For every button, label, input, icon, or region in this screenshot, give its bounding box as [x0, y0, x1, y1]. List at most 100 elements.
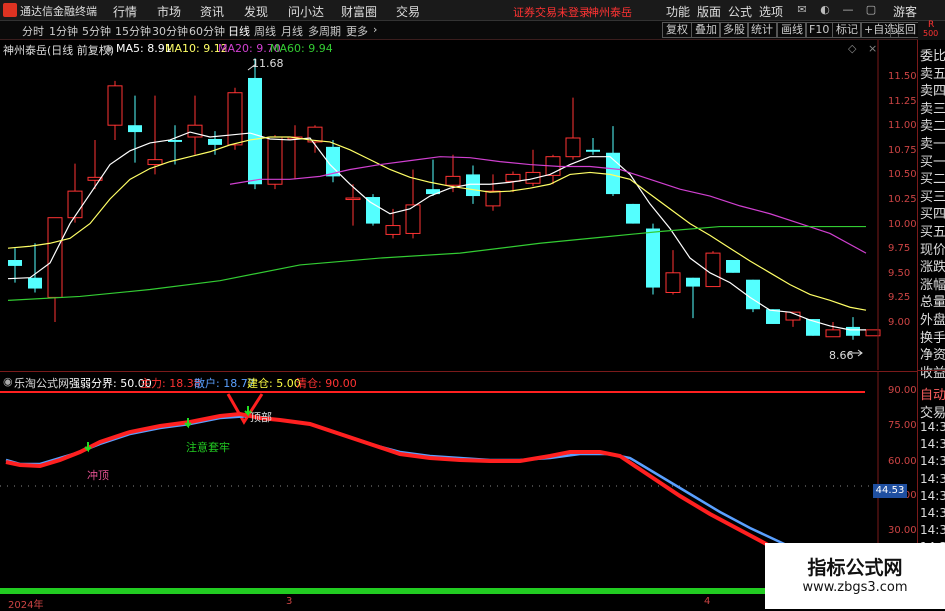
quote-field-label: 净资 [920, 348, 945, 364]
candle-body [67, 190, 83, 219]
period-monthly[interactable]: 月线 [281, 23, 303, 39]
candle-body [248, 77, 262, 185]
menu-bar: 通达信金融终端 行情 市场 资讯 发现 问小达 财富圈 交易 证券交易未登录 神… [0, 0, 945, 21]
site-watermark: 指标公式网 www.zbgs3.com [765, 543, 945, 609]
trade-time: 14:39 [920, 437, 945, 452]
quote-field-label: 买二 [920, 172, 945, 188]
adjust-button[interactable]: 复权 [662, 22, 692, 38]
candle-body [385, 225, 401, 235]
period-60min[interactable]: 60分钟 [189, 23, 225, 39]
candle-body [227, 92, 243, 146]
trade-time: 14:39 [920, 471, 945, 486]
draw-line-button[interactable]: 画线 [777, 22, 807, 38]
main-y-tick: 11.25 [888, 95, 917, 107]
main-y-tick: 10.00 [888, 218, 917, 230]
main-y-tick: 9.00 [888, 317, 911, 328]
main-y-tick: 11.50 [888, 71, 917, 82]
minimize-icon[interactable]: — [841, 3, 855, 17]
multi-stock-button[interactable]: 多股 [719, 22, 749, 38]
low-price-marker: 8.66 [829, 349, 854, 362]
menu-item-function[interactable]: 功能 [666, 3, 690, 20]
annotation-top: 顶部 [250, 411, 272, 424]
candle-body [565, 137, 581, 158]
quote-field-label: 换手 [920, 330, 945, 346]
annotation-trap-warning: 注意套牢 [186, 441, 230, 454]
restore-icon[interactable]: ▢ [864, 3, 878, 17]
quote-field-label: 买三 [920, 189, 945, 205]
stats-button[interactable]: 统计 [747, 22, 777, 38]
main-y-tick: 10.25 [888, 194, 917, 205]
period-5min[interactable]: 5分钟 [82, 23, 111, 39]
quote-field-label: 收益 [920, 365, 945, 381]
candle-body [665, 272, 681, 293]
quote-field-label: 涨跌 [920, 260, 945, 276]
period-multi[interactable]: 多周期 [308, 23, 341, 39]
menu-item-quotes[interactable]: 行情 [113, 3, 137, 20]
menu-item-market[interactable]: 市场 [157, 3, 181, 20]
candle-body [626, 203, 640, 224]
moving-average-line [7, 136, 867, 311]
watermark-title: 指标公式网 [807, 557, 903, 579]
period-30min[interactable]: 30分钟 [152, 23, 188, 39]
x-label-march: 3 [286, 596, 293, 607]
period-15min[interactable]: 15分钟 [115, 23, 151, 39]
quote-field-label: 现价 [920, 242, 945, 258]
kline-chart[interactable] [0, 40, 917, 370]
login-status[interactable]: 证券交易未登录 [513, 4, 590, 20]
indicator-y-tick: 90.00 [888, 385, 917, 396]
menu-item-news[interactable]: 资讯 [200, 3, 224, 20]
mark-button[interactable]: 标记 [832, 22, 862, 38]
quote-field-label: 卖三 [920, 101, 945, 117]
message-icon[interactable]: ✉ [795, 3, 809, 17]
skin-icon[interactable]: ◐ [818, 3, 832, 17]
back-button[interactable]: 返回 [890, 22, 920, 38]
menu-item-discover[interactable]: 发现 [244, 3, 268, 20]
candle-body [345, 197, 361, 201]
panel-divider [918, 370, 945, 371]
candle-body [147, 159, 163, 166]
quote-field-label: 卖四 [920, 84, 945, 100]
candle-body [187, 124, 203, 138]
candle-body [825, 329, 841, 338]
period-tick[interactable]: 分时 [22, 23, 44, 39]
high-price-marker: 11.68 [252, 57, 284, 70]
overlay-button[interactable]: 叠加 [691, 22, 721, 38]
period-weekly[interactable]: 周线 [254, 23, 276, 39]
user-label[interactable]: 游客 [893, 3, 917, 20]
menu-item-options[interactable]: 选项 [759, 3, 783, 20]
x-label-april: 4 [704, 596, 711, 607]
candle-body [485, 190, 501, 207]
indicator-y-tick: 30.00 [888, 525, 917, 536]
menu-item-ask[interactable]: 问小达 [288, 3, 324, 20]
menu-item-formula[interactable]: 公式 [728, 3, 752, 20]
trade-time: 14:39 [920, 506, 945, 520]
trade-time: 14:39 [920, 454, 945, 469]
quote-side-panel: 委比 卖五 卖四 卖三 卖二 卖一 买一 买二 买三 买四 买五 现价 涨跌 涨幅 总量 外盘 换手 净资 收益 自… [917, 40, 945, 609]
period-more[interactable]: 更多 [346, 23, 368, 39]
app-logo-icon [3, 3, 17, 17]
menu-item-layout[interactable]: 版面 [697, 3, 721, 20]
main-y-tick: 9.25 [888, 292, 911, 304]
auto-trade-label[interactable]: 自动 [920, 384, 945, 403]
menu-item-wealth[interactable]: 财富圈 [341, 3, 377, 20]
candle-body [806, 319, 820, 336]
quote-field-label: 涨幅 [920, 277, 945, 293]
candle-body [705, 252, 721, 288]
stock-name-label: 神州泰岳 [588, 6, 632, 19]
f10-button[interactable]: F10 [805, 22, 834, 38]
chevron-right-icon[interactable]: › [373, 23, 377, 36]
period-1min[interactable]: 1分钟 [49, 23, 78, 39]
quote-field-label: 委比 [920, 49, 945, 64]
main-y-tick: 10.75 [888, 144, 917, 156]
quote-field-label: 卖二 [920, 119, 945, 135]
candle-body [445, 175, 461, 186]
corner-badge: R 500 [918, 20, 945, 40]
trade-label[interactable]: 交易 [920, 402, 945, 421]
period-daily[interactable]: 日线 [228, 23, 250, 39]
quote-field-label: 卖五 [920, 66, 945, 82]
quote-field-label: 买四 [920, 207, 945, 223]
candle-body [646, 228, 660, 288]
menu-item-trade[interactable]: 交易 [396, 3, 420, 20]
period-toolbar: 分时 1分钟 5分钟 15分钟 30分钟 60分钟 日线 周线 月线 多周期 更… [0, 21, 945, 40]
candle-body [47, 217, 63, 298]
